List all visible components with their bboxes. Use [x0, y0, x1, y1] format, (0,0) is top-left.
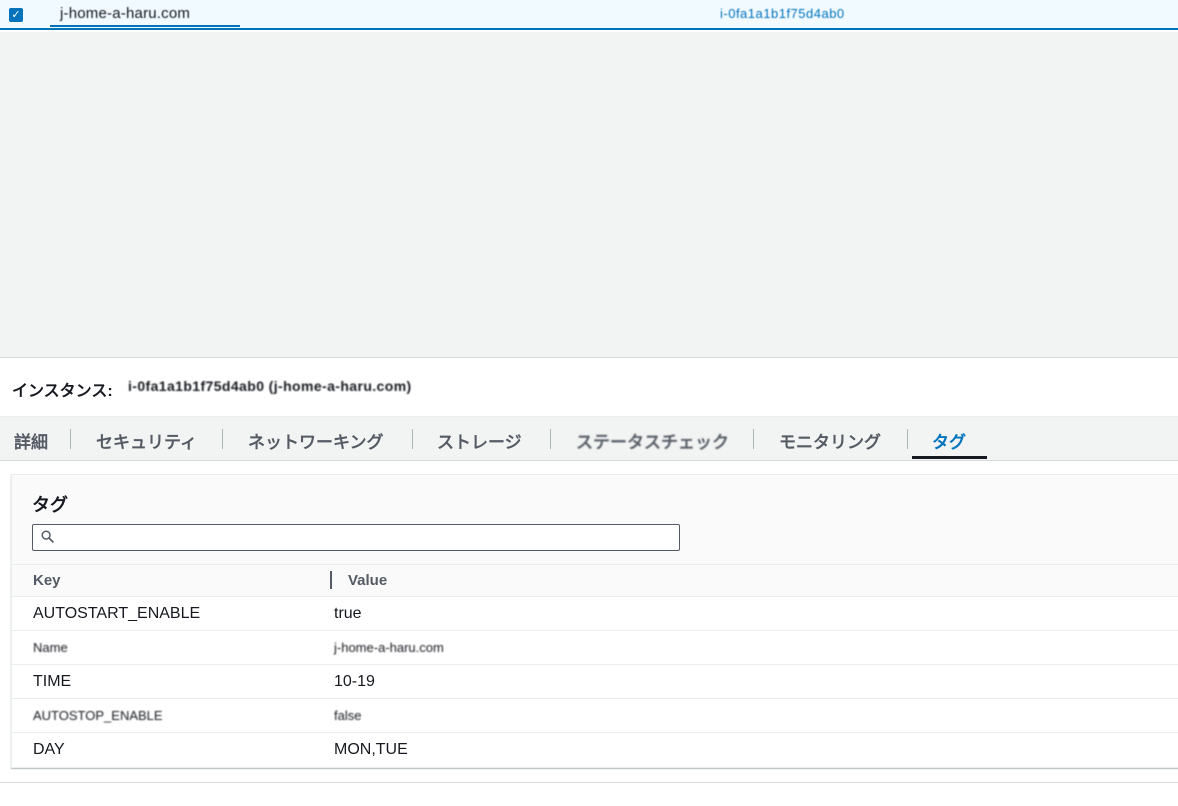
tab-divider	[70, 429, 71, 449]
tag-value: true	[334, 605, 362, 622]
tab-status-checks[interactable]: ステータスチェック	[576, 428, 729, 453]
tags-search-input[interactable]	[59, 525, 674, 550]
instances-list-empty-area	[0, 32, 1178, 358]
instance-details-header: インスタンス: i-0fa1a1b1f75d4ab0 (j-home-a-har…	[0, 359, 1178, 417]
tab-monitoring[interactable]: モニタリング	[779, 428, 881, 453]
row-highlight-underline	[50, 25, 240, 27]
tag-key: AUTOSTOP_ENABLE	[33, 708, 163, 723]
tags-table: Key Value AUTOSTART_ENABLE true Name j-h…	[12, 565, 1178, 767]
tab-divider	[222, 429, 223, 449]
tag-key: TIME	[33, 673, 72, 690]
table-row: Name j-home-a-haru.com	[12, 631, 1178, 665]
instance-name-link[interactable]: j-home-a-haru.com	[60, 5, 190, 22]
tag-value: j-home-a-haru.com	[334, 640, 444, 655]
tags-panel-header: タグ	[12, 475, 1178, 565]
column-header-key[interactable]: Key	[33, 572, 61, 589]
tag-key: DAY	[33, 741, 65, 758]
tag-value: false	[334, 708, 362, 723]
tag-value: 10-19	[334, 673, 375, 690]
tags-search-box[interactable]	[32, 524, 680, 551]
tag-key: Name	[33, 640, 68, 655]
table-row: TIME 10-19	[12, 665, 1178, 699]
instance-id: i-0fa1a1b1f75d4ab0 (j-home-a-haru.com)	[128, 378, 412, 394]
search-icon	[41, 530, 54, 543]
tab-divider	[753, 429, 754, 449]
tab-divider	[907, 429, 908, 449]
tab-divider	[550, 429, 551, 449]
table-row: AUTOSTOP_ENABLE false	[12, 699, 1178, 733]
instance-label: インスタンス:	[12, 383, 113, 400]
instance-id-link[interactable]: i-0fa1a1b1f75d4ab0	[720, 6, 845, 21]
tab-details[interactable]: 詳細	[14, 428, 48, 453]
tab-storage[interactable]: ストレージ	[437, 428, 522, 453]
table-row: DAY MON,TUE	[12, 733, 1178, 767]
row-checkbox[interactable]: ✓	[9, 8, 23, 22]
details-tabs: 詳細 セキュリティ ネットワーキング ストレージ ステータスチェック モニタリン…	[0, 417, 1178, 461]
selected-instance-row[interactable]: ✓ j-home-a-haru.com i-0fa1a1b1f75d4ab0	[0, 0, 1178, 30]
table-row: AUTOSTART_ENABLE true	[12, 597, 1178, 631]
tag-value: MON,TUE	[334, 741, 408, 758]
tags-panel-title: タグ	[32, 495, 68, 515]
column-resizer[interactable]	[330, 571, 332, 589]
tab-networking[interactable]: ネットワーキング	[248, 428, 384, 453]
column-header-value[interactable]: Value	[348, 572, 387, 589]
tab-tags[interactable]: タグ	[932, 428, 966, 453]
active-tab-indicator	[912, 456, 987, 459]
bottom-divider	[0, 782, 1178, 783]
tag-key: AUTOSTART_ENABLE	[33, 605, 201, 622]
tab-security[interactable]: セキュリティ	[96, 428, 197, 453]
table-header-row: Key Value	[12, 565, 1178, 597]
tab-divider	[412, 429, 413, 449]
tags-panel: タグ Key Value AUTOSTART_ENABLE true Name …	[11, 474, 1178, 768]
